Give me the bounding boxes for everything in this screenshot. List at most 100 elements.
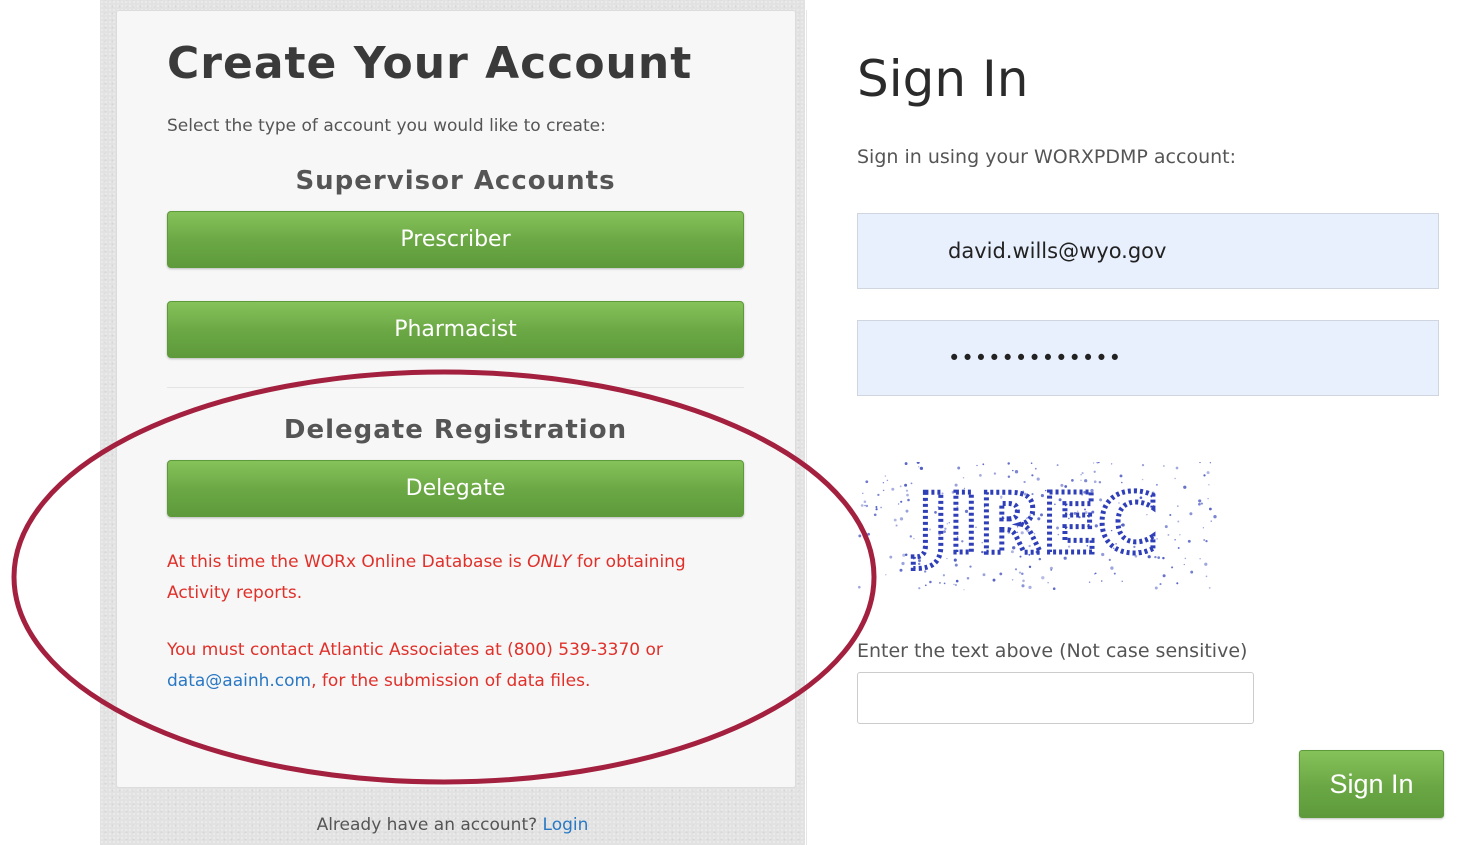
captcha-noise-dot: [943, 582, 946, 585]
captcha-noise-dot: [1190, 570, 1194, 574]
captcha-noise-dot: [1167, 533, 1170, 536]
database-notice: At this time the WORx Online Database is…: [167, 547, 747, 609]
captcha-noise-dot: [1052, 587, 1056, 590]
captcha-noise-dot: [1199, 558, 1201, 560]
captcha-noise-dot: [1088, 581, 1091, 583]
sign-in-subtitle: Sign in using your WORXPDMP account:: [857, 146, 1236, 168]
captcha-noise-dot: [875, 506, 878, 508]
captcha-noise-dot: [919, 466, 924, 471]
captcha-noise-dot: [993, 472, 997, 475]
email-field[interactable]: [857, 213, 1439, 289]
captcha-noise-dot: [1041, 576, 1045, 580]
login-link[interactable]: Login: [543, 815, 589, 835]
captcha-image: JIREC: [858, 462, 1217, 591]
captcha-noise-dot: [867, 532, 870, 536]
captcha-noise-dot: [865, 504, 869, 508]
captcha-noise-dot: [904, 462, 908, 466]
captcha-noise-dot: [1177, 547, 1180, 549]
captcha-noise-dot: [860, 504, 864, 507]
captcha-noise-dot: [1080, 474, 1082, 476]
captcha-noise-dot: [929, 580, 932, 584]
captcha-noise-dot: [1014, 470, 1019, 474]
captcha-noise-dot: [897, 503, 900, 505]
captcha-noise-dot: [1203, 539, 1206, 541]
captcha-noise-dot: [904, 483, 908, 487]
divider: [167, 387, 744, 388]
password-field[interactable]: [857, 320, 1439, 396]
captcha-noise-dot: [1208, 587, 1211, 589]
captcha-noise-dot: [858, 534, 862, 538]
captcha-noise-dot: [1183, 563, 1185, 566]
notice-text: At this time the WORx Online Database is: [167, 552, 528, 572]
captcha-noise-dot: [1209, 507, 1212, 511]
captcha-noise-dot: [875, 508, 878, 511]
captcha-noise-dot: [918, 466, 920, 468]
captcha-noise-dot: [1163, 465, 1165, 467]
captcha-noise-dot: [902, 553, 906, 557]
captcha-noise-dot: [953, 583, 955, 586]
captcha-noise-dot: [1171, 566, 1174, 569]
captcha-noise-dot: [1047, 582, 1049, 584]
captcha-noise-dot: [899, 485, 902, 488]
captcha-noise-dot: [1034, 467, 1037, 470]
captcha-noise-dot: [884, 475, 887, 477]
captcha-noise-dot: [909, 535, 912, 538]
captcha-noise-dot: [865, 480, 869, 484]
captcha-noise-dot: [957, 466, 961, 470]
captcha-noise-dot: [1169, 513, 1172, 517]
captcha-noise-dot: [1205, 539, 1208, 543]
captcha-noise-dot: [1187, 539, 1191, 543]
captcha-noise-dot: [891, 487, 895, 491]
login-prompt-text: Already have an account?: [316, 815, 538, 835]
captcha-noise-dot: [882, 482, 885, 484]
captcha-noise-dot: [1189, 512, 1193, 516]
captcha-noise-dot: [1177, 520, 1180, 523]
captcha-noise-dot: [1203, 474, 1206, 477]
captcha-noise-dot: [1179, 534, 1181, 536]
captcha-noise-dot: [895, 524, 898, 527]
captcha-noise-dot: [924, 584, 927, 587]
captcha-noise-dot: [880, 506, 882, 509]
captcha-noise-dot: [1202, 527, 1205, 529]
captcha-noise-dot: [1030, 462, 1033, 464]
captcha-noise-dot: [1093, 470, 1096, 473]
captcha-noise-dot: [1022, 579, 1025, 583]
captcha-noise-dot: [889, 555, 893, 559]
captcha-noise-dot: [1206, 471, 1210, 475]
contact-email-link[interactable]: data@aainh.com: [167, 671, 311, 691]
captcha-noise-dot: [976, 464, 978, 467]
captcha-noise-dot: [1205, 575, 1208, 578]
prescriber-button[interactable]: Prescriber: [167, 211, 744, 268]
delegate-button[interactable]: Delegate: [167, 460, 744, 517]
captcha-noise-dot: [913, 537, 915, 540]
captcha-noise-dot: [882, 489, 885, 492]
captcha-noise-dot: [1021, 572, 1024, 575]
captcha-noise-dot: [1028, 585, 1032, 590]
captcha-noise-dot: [873, 513, 877, 517]
captcha-noise-dot: [955, 579, 959, 583]
delegate-registration-heading: Delegate Registration: [283, 415, 628, 445]
captcha-noise-dot: [1021, 584, 1025, 588]
sign-in-button[interactable]: Sign In: [1299, 750, 1444, 818]
captcha-noise-dot: [1208, 483, 1210, 486]
captcha-noise-dot: [1159, 583, 1162, 586]
captcha-noise-dot: [1174, 477, 1176, 480]
contact-text: You must contact Atlantic Associates at …: [167, 640, 663, 660]
captcha-noise-dot: [1113, 572, 1116, 575]
captcha-noise-dot: [905, 509, 909, 513]
captcha-noise-dot: [864, 504, 866, 507]
captcha-noise-dot: [1198, 499, 1202, 503]
captcha-instruction: Enter the text above (Not case sensitive…: [857, 640, 1248, 662]
captcha-noise-dot: [904, 553, 908, 556]
captcha-noise-dot: [966, 576, 970, 580]
captcha-noise-dot: [982, 463, 985, 466]
captcha-noise-dot: [1207, 497, 1209, 500]
captcha-input[interactable]: [857, 672, 1254, 724]
pharmacist-button[interactable]: Pharmacist: [167, 301, 744, 358]
captcha-noise-dot: [963, 589, 965, 591]
captcha-noise-dot: [1184, 557, 1187, 560]
captcha-noise-dot: [954, 583, 957, 587]
captcha-noise-dot: [899, 568, 903, 572]
captcha-noise-dot: [899, 517, 904, 521]
captcha-noise-dot: [1121, 580, 1123, 582]
